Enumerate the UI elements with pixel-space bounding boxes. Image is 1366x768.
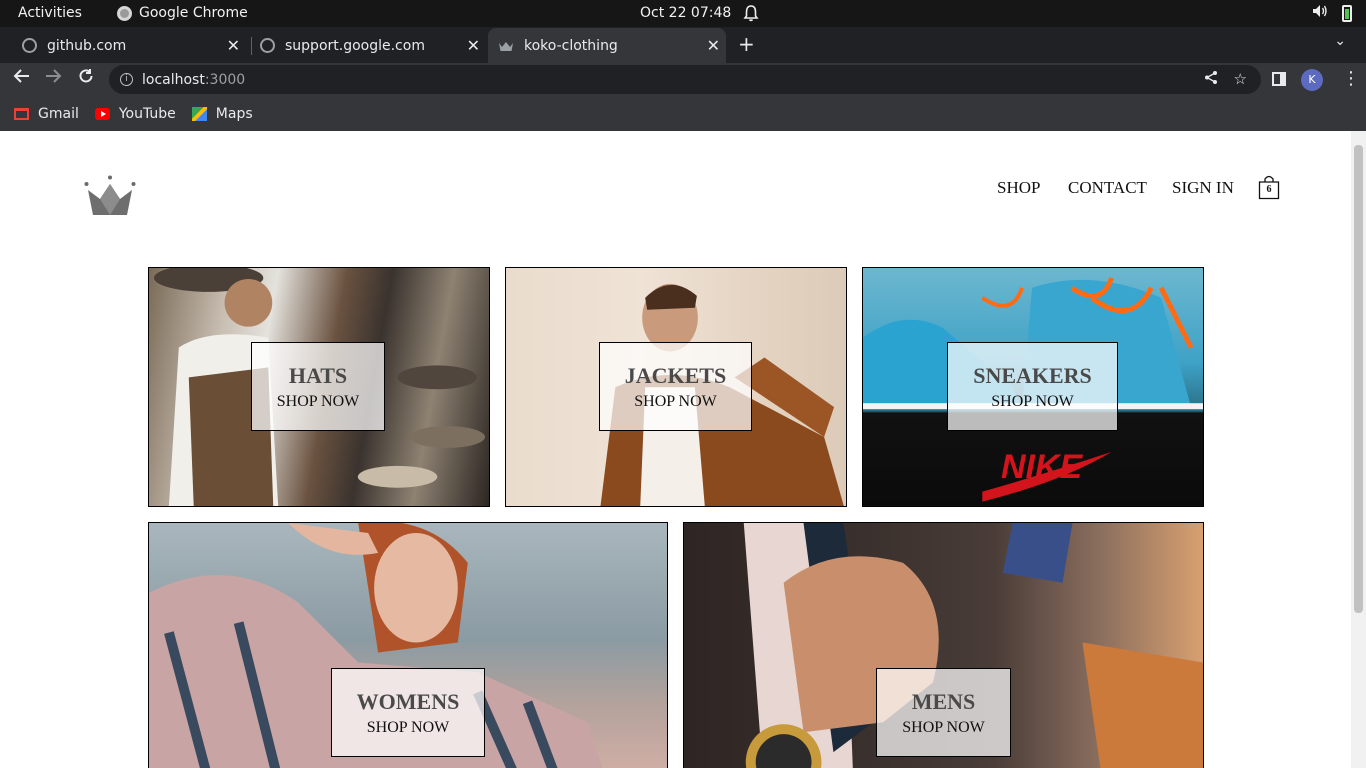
shop-now-link[interactable]: SHOP NOW bbox=[902, 719, 985, 737]
url-host: localhost bbox=[142, 71, 205, 88]
category-jackets[interactable]: JACKETS SHOP NOW bbox=[505, 267, 847, 507]
scrollbar-thumb[interactable] bbox=[1354, 145, 1363, 613]
page-scrollbar[interactable] bbox=[1351, 131, 1366, 768]
url-port: :3000 bbox=[204, 71, 246, 88]
notification-bell-icon[interactable] bbox=[743, 4, 759, 26]
shop-now-link[interactable]: SHOP NOW bbox=[991, 393, 1074, 411]
cart-button[interactable]: 6 bbox=[1258, 174, 1280, 200]
hats-label-box[interactable]: HATS SHOP NOW bbox=[251, 342, 385, 431]
volume-icon bbox=[1312, 4, 1328, 22]
category-womens[interactable]: WOMENS SHOP NOW bbox=[148, 522, 668, 768]
category-mens[interactable]: MENS SHOP NOW bbox=[683, 522, 1204, 768]
mens-label-box[interactable]: MENS SHOP NOW bbox=[876, 668, 1011, 757]
site-info-icon[interactable]: i bbox=[120, 73, 133, 86]
shop-now-link[interactable]: SHOP NOW bbox=[634, 393, 717, 411]
category-title: SNEAKERS bbox=[973, 362, 1092, 388]
maps-icon bbox=[191, 106, 207, 121]
bookmark-star-icon[interactable]: ☆ bbox=[1234, 70, 1247, 89]
close-icon[interactable]: ✕ bbox=[227, 36, 240, 55]
battery-icon bbox=[1342, 4, 1352, 22]
tab-search-chevron-down-icon[interactable]: ⌄ bbox=[1334, 33, 1346, 49]
womens-label-box[interactable]: WOMENS SHOP NOW bbox=[331, 668, 485, 757]
system-tray[interactable] bbox=[1312, 4, 1352, 22]
chrome-icon bbox=[117, 5, 132, 21]
app-menu[interactable]: Google Chrome bbox=[117, 5, 248, 21]
tab-support-google[interactable]: support.google.com ✕ bbox=[251, 28, 486, 63]
tab-title: support.google.com bbox=[285, 37, 425, 54]
app-name: Google Chrome bbox=[139, 5, 248, 21]
close-icon[interactable]: ✕ bbox=[707, 36, 720, 55]
tab-strip: github.com ✕ support.google.com ✕ koko-c… bbox=[0, 27, 1366, 63]
browser-toolbar: i localhost:3000 ☆ bbox=[0, 63, 1366, 96]
category-title: MENS bbox=[911, 688, 976, 714]
shop-now-link[interactable]: SHOP NOW bbox=[277, 393, 360, 411]
bookmark-gmail[interactable]: Gmail bbox=[14, 106, 79, 122]
shop-now-link[interactable]: SHOP NOW bbox=[367, 719, 450, 737]
youtube-icon bbox=[94, 107, 110, 120]
category-title: JACKETS bbox=[624, 362, 727, 388]
nav-sign-in-link[interactable]: SIGN IN bbox=[1172, 178, 1234, 198]
category-sneakers[interactable]: NIKE SNEAKERS SHOP NOW bbox=[862, 267, 1204, 507]
forward-arrow-icon[interactable] bbox=[45, 68, 62, 89]
back-arrow-icon[interactable] bbox=[13, 68, 30, 89]
address-bar[interactable]: i localhost:3000 ☆ bbox=[109, 65, 1261, 94]
activities-button[interactable]: Activities bbox=[18, 5, 82, 21]
share-icon[interactable] bbox=[1204, 70, 1218, 89]
sneakers-label-box[interactable]: SNEAKERS SHOP NOW bbox=[947, 342, 1118, 431]
bookmark-maps[interactable]: Maps bbox=[191, 105, 253, 122]
system-top-bar: Activities Google Chrome Oct 22 07:48 bbox=[0, 0, 1366, 27]
crown-logo-icon[interactable] bbox=[84, 175, 136, 217]
bookmark-label: YouTube bbox=[118, 105, 176, 122]
nike-logo-text: NIKE bbox=[1001, 448, 1083, 486]
clock[interactable]: Oct 22 07:48 bbox=[640, 5, 731, 21]
nav-contact-link[interactable]: CONTACT bbox=[1068, 178, 1147, 198]
category-title: HATS bbox=[288, 362, 348, 388]
tab-github[interactable]: github.com ✕ bbox=[14, 28, 246, 63]
bookmark-label: Gmail bbox=[38, 105, 79, 122]
new-tab-plus-icon[interactable]: + bbox=[738, 32, 755, 56]
bookmarks-bar: Gmail YouTube Maps bbox=[0, 96, 1366, 131]
bookmark-label: Maps bbox=[215, 105, 253, 122]
jackets-label-box[interactable]: JACKETS SHOP NOW bbox=[599, 342, 752, 431]
category-hats[interactable]: HATS SHOP NOW bbox=[148, 267, 490, 507]
side-panel-icon[interactable] bbox=[1272, 72, 1286, 86]
profile-avatar[interactable]: K bbox=[1301, 69, 1323, 91]
tab-title: koko-clothing bbox=[524, 37, 618, 54]
menu-kebab-icon[interactable]: ⋮ bbox=[1342, 68, 1360, 89]
gmail-icon bbox=[14, 107, 29, 120]
nav-shop-link[interactable]: SHOP bbox=[997, 178, 1040, 198]
tab-title: github.com bbox=[47, 37, 127, 54]
category-title: WOMENS bbox=[356, 688, 460, 714]
close-icon[interactable]: ✕ bbox=[467, 36, 480, 55]
globe-icon bbox=[22, 38, 37, 53]
cart-item-count: 6 bbox=[1266, 184, 1272, 195]
crown-icon bbox=[499, 41, 513, 51]
bookmark-youtube[interactable]: YouTube bbox=[94, 105, 176, 122]
page-viewport: SHOP CONTACT SIGN IN 6 HATS SHOP NOW JAC… bbox=[0, 131, 1366, 768]
globe-icon bbox=[260, 38, 275, 53]
tab-koko-clothing[interactable]: koko-clothing ✕ bbox=[488, 28, 726, 63]
reload-icon[interactable] bbox=[78, 68, 94, 89]
